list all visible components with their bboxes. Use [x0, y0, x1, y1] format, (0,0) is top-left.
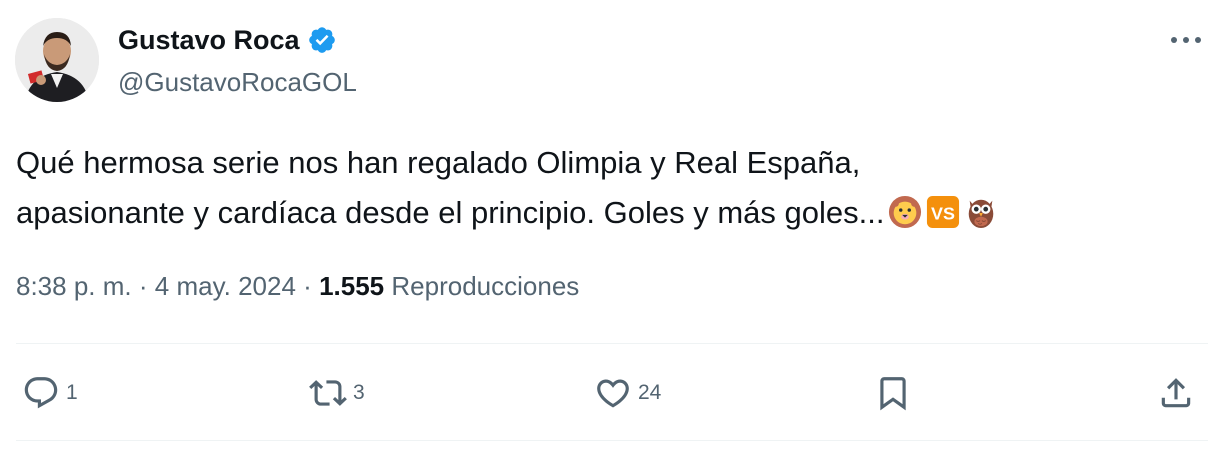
reply-icon: [24, 377, 58, 409]
meta-separator: ·: [303, 271, 312, 301]
tweet-text-line-with-emojis: apasionante y cardíaca desde el principi…: [16, 188, 1206, 238]
reply-count: 1: [66, 381, 78, 404]
meta-separator: ·: [138, 271, 148, 301]
share-button[interactable]: [1157, 373, 1195, 413]
reply-button[interactable]: 1: [22, 373, 78, 413]
views-count[interactable]: 1.555: [319, 271, 384, 301]
bookmark-icon: [880, 377, 906, 411]
retweet-count: 3: [353, 381, 365, 404]
tweet-text: Qué hermosa serie nos han regalado Olimp…: [16, 138, 1206, 238]
avatar-image: [15, 18, 99, 102]
like-button[interactable]: 24: [594, 373, 661, 413]
tweet-card: Gustavo Roca @GustavoRocaGOL Qué hermosa…: [0, 0, 1224, 453]
divider: [16, 440, 1208, 441]
owl-icon: [964, 194, 998, 229]
retweet-button[interactable]: 3: [309, 373, 365, 413]
views-label[interactable]: Reproducciones: [391, 271, 579, 301]
divider: [16, 343, 1208, 344]
tweet-text-line: apasionante y cardíaca desde el principi…: [16, 195, 885, 230]
author-handle[interactable]: @GustavoRocaGOL: [118, 64, 357, 100]
bookmark-button[interactable]: [874, 373, 912, 413]
lion-face-icon: [888, 194, 922, 229]
tweet-meta: 8:38 p. m. · 4 may. 2024 · 1.555 Reprodu…: [16, 266, 579, 306]
avatar[interactable]: [15, 18, 99, 102]
svg-text:VS: VS: [932, 204, 956, 224]
heart-icon: [597, 379, 629, 408]
more-options-icon[interactable]: [1166, 28, 1206, 52]
tweet-date[interactable]: 4 may. 2024: [155, 271, 296, 301]
vs-button-icon: VS: [926, 194, 960, 229]
retweet-icon: [309, 380, 347, 406]
author-display-name[interactable]: Gustavo Roca: [118, 22, 300, 58]
share-icon: [1161, 378, 1191, 408]
tweet-time[interactable]: 8:38 p. m.: [16, 271, 132, 301]
verified-badge-icon[interactable]: [307, 25, 337, 55]
like-count: 24: [638, 381, 662, 404]
tweet-text-line: Qué hermosa serie nos han regalado Olimp…: [16, 145, 861, 180]
author-name-row: Gustavo Roca: [118, 22, 337, 58]
